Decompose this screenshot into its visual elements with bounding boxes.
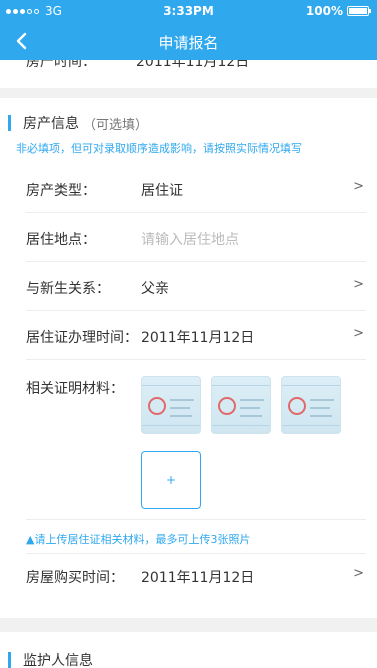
previous-row: 房产时间： 2011年11月12日: [26, 60, 366, 72]
purchase-date-value: 2011年11月12日: [141, 570, 255, 586]
battery-label: 100%: [305, 4, 343, 18]
property-section-header: 房产信息 （可选填）: [8, 113, 148, 133]
section-accent-bar: [8, 115, 11, 131]
guardian-section-title: 监护人信息: [23, 653, 93, 668]
property-section-title: 房产信息: [23, 116, 79, 132]
property-type-label: 房产类型：: [26, 183, 96, 199]
property-section-hint: 非必填项，但可对录取顺序造成影响，请按照实际情况填写: [16, 142, 302, 155]
material-thumbnail[interactable]: [211, 376, 271, 434]
status-bar: 3G 3:33PM 100%: [0, 0, 377, 22]
purchase-date-row[interactable]: 房屋购买时间： 2011年11月12日 >: [26, 552, 366, 600]
material-thumbnail[interactable]: [141, 376, 201, 434]
seal-icon: [288, 397, 306, 415]
permit-date-row[interactable]: 居住证办理时间： 2011年11月12日 >: [26, 312, 366, 360]
upload-hint: ▲请上传居住证相关材料，最多可上传3张照片: [26, 533, 251, 546]
property-type-value: 居住证: [141, 183, 183, 199]
guardian-section-header: 监护人信息: [8, 650, 93, 668]
battery-indicator: 100%: [305, 4, 371, 18]
residence-location-label: 居住地点：: [26, 232, 96, 248]
nav-bar: 申请报名: [0, 22, 377, 60]
previous-row-value: 2011年11月12日: [136, 60, 250, 70]
previous-row-label: 房产时间：: [26, 60, 96, 70]
purchase-date-label: 房屋购买时间：: [26, 570, 124, 586]
section-accent-bar: [8, 652, 11, 668]
relationship-value: 父亲: [141, 281, 169, 297]
permit-date-value: 2011年11月12日: [141, 330, 255, 346]
relationship-row[interactable]: 与新生关系： 父亲 >: [26, 263, 366, 311]
add-photo-button[interactable]: +: [141, 451, 201, 509]
battery-icon: [347, 6, 371, 16]
chevron-right-icon: >: [353, 566, 364, 581]
chevron-right-icon: >: [353, 277, 364, 292]
property-section-optional: （可选填）: [83, 117, 149, 133]
page-title: 申请报名: [158, 34, 219, 52]
section-gap: [0, 88, 377, 98]
chevron-right-icon: >: [353, 326, 364, 341]
section-gap: [0, 618, 377, 632]
property-type-row[interactable]: 房产类型： 居住证 >: [26, 165, 366, 213]
materials-label: 相关证明材料：: [26, 381, 124, 397]
residence-location-row: 居住地点： 请输入居住地点: [26, 214, 366, 262]
divider: [26, 519, 366, 520]
material-thumbnail[interactable]: [281, 376, 341, 434]
seal-icon: [148, 397, 166, 415]
residence-location-input[interactable]: 请输入居住地点: [141, 229, 239, 249]
seal-icon: [218, 397, 236, 415]
chevron-right-icon: >: [353, 179, 364, 194]
relationship-label: 与新生关系：: [26, 281, 110, 297]
permit-date-label: 居住证办理时间：: [26, 330, 138, 346]
